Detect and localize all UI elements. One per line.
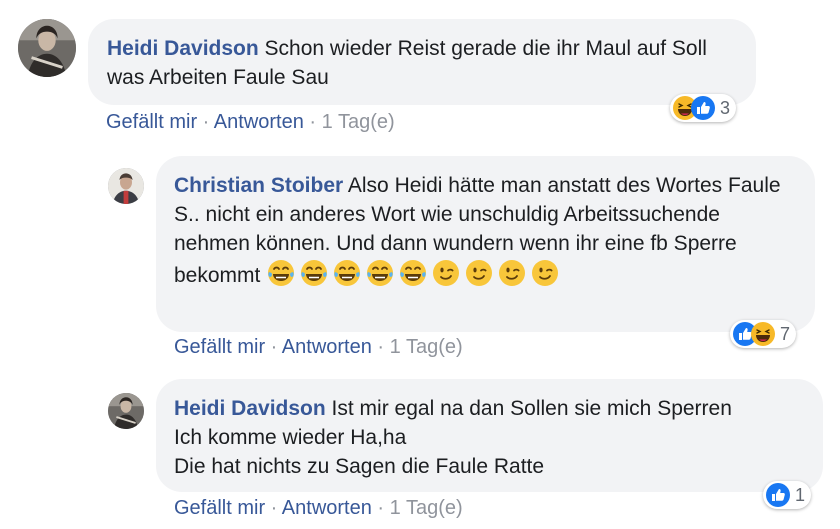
comment-bubble: Christian Stoiber Also Heidi hätte man a… — [156, 156, 815, 332]
tears-of-joy-emoji-icon — [398, 258, 428, 288]
tears-of-joy-emoji-icon — [332, 258, 362, 288]
reaction-count: 3 — [720, 97, 731, 118]
separator: · — [371, 336, 390, 358]
tears-of-joy-emoji-icon — [266, 258, 296, 288]
wink-emoji-icon — [464, 258, 494, 288]
haha-icon — [751, 322, 775, 346]
wink-emoji-icon — [431, 258, 461, 288]
wink-emoji-icon — [530, 258, 560, 288]
avatar[interactable] — [18, 19, 76, 77]
comment-actions: Gefällt mir · Antworten · 1 Tag(e) — [174, 336, 463, 359]
avatar-image — [108, 168, 144, 204]
reaction-count: 1 — [795, 484, 806, 505]
avatar-image — [18, 19, 76, 77]
wink-emoji-icon — [497, 258, 527, 288]
tears-of-joy-emoji-icon — [365, 258, 395, 288]
comment-author[interactable]: Heidi Davidson — [174, 397, 326, 420]
separator: · — [197, 111, 214, 133]
separator: · — [303, 111, 322, 133]
timestamp[interactable]: 1 Tag(e) — [390, 497, 463, 519]
timestamp[interactable]: 1 Tag(e) — [390, 336, 463, 358]
like-icon — [766, 483, 790, 507]
reaction-summary[interactable]: 1 — [763, 481, 812, 509]
timestamp[interactable]: 1 Tag(e) — [322, 111, 395, 133]
separator: · — [265, 497, 282, 519]
like-link[interactable]: Gefällt mir — [174, 497, 265, 519]
avatar[interactable] — [108, 168, 144, 204]
emoji-row — [266, 264, 563, 287]
reply-link[interactable]: Antworten — [282, 336, 372, 358]
comment-author[interactable]: Heidi Davidson — [107, 37, 259, 60]
like-link[interactable]: Gefällt mir — [106, 111, 197, 133]
reaction-count: 7 — [780, 323, 791, 344]
reaction-summary[interactable]: 3 — [670, 94, 737, 122]
separator: · — [371, 497, 390, 519]
comment-bubble: Heidi Davidson Schon wieder Reist gerade… — [88, 19, 756, 105]
tears-of-joy-emoji-icon — [299, 258, 329, 288]
comment-bubble: Heidi Davidson Ist mir egal na dan Solle… — [156, 379, 823, 492]
comment-actions: Gefällt mir · Antworten · 1 Tag(e) — [106, 111, 395, 134]
avatar[interactable] — [108, 393, 144, 429]
like-link[interactable]: Gefällt mir — [174, 336, 265, 358]
reaction-summary[interactable]: 7 — [730, 320, 797, 348]
reply-link[interactable]: Antworten — [282, 497, 372, 519]
comment-author[interactable]: Christian Stoiber — [174, 174, 343, 197]
avatar-image — [108, 393, 144, 429]
like-icon — [691, 96, 715, 120]
reply-link[interactable]: Antworten — [214, 111, 304, 133]
separator: · — [265, 336, 282, 358]
comment-actions: Gefällt mir · Antworten · 1 Tag(e) — [174, 497, 463, 520]
